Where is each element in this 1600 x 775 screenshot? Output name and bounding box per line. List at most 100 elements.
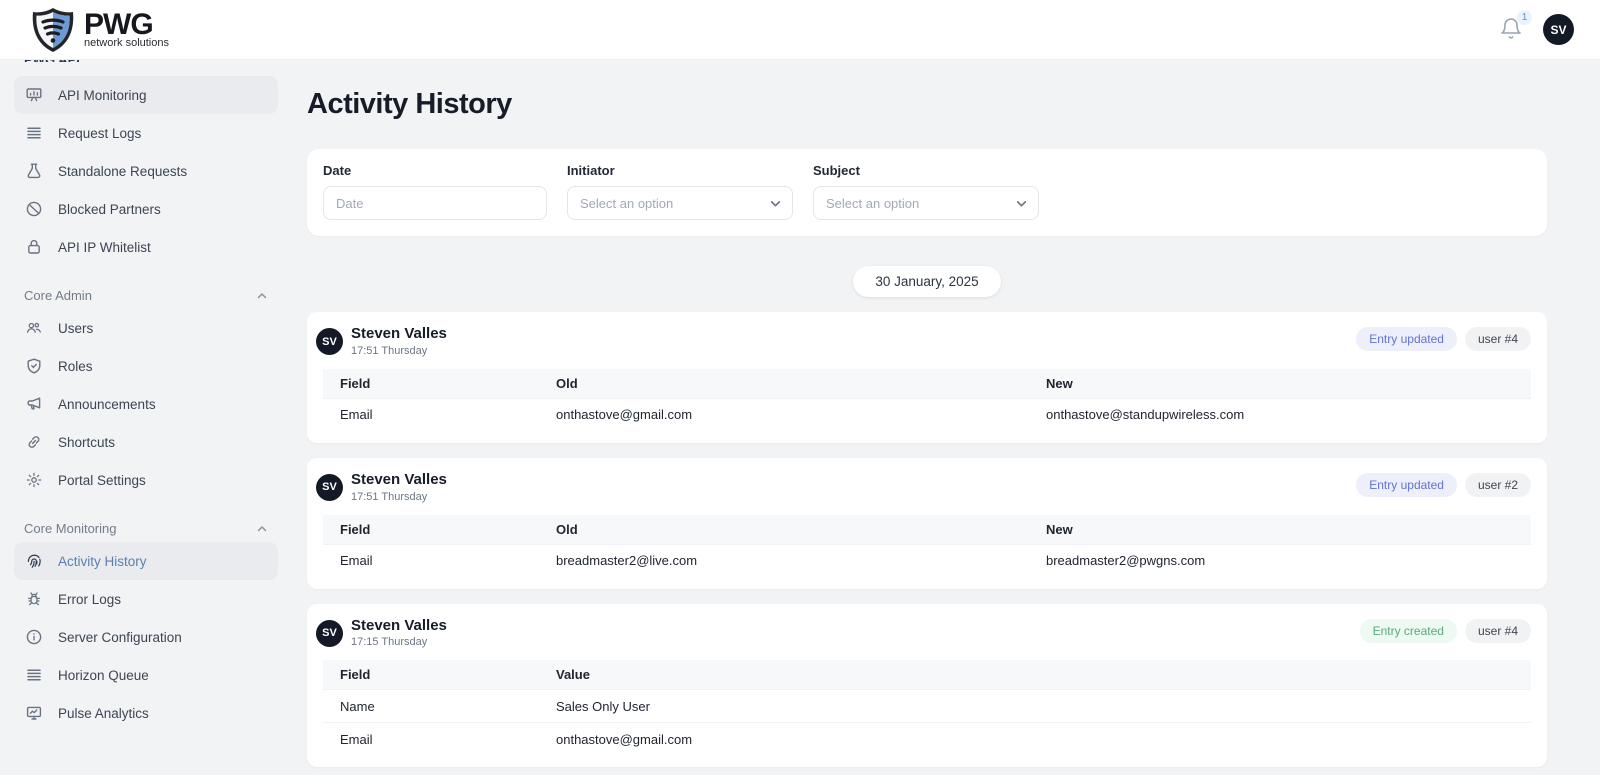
sidebar-item-label: Standalone Requests xyxy=(58,164,187,179)
user-avatar[interactable]: SV xyxy=(1543,14,1574,45)
sidebar-item-label: Error Logs xyxy=(58,592,121,607)
sidebar-item-request-logs[interactable]: Request Logs xyxy=(14,114,278,152)
select-placeholder: Select an option xyxy=(826,196,919,211)
date-filter-input[interactable] xyxy=(323,186,547,220)
megaphone-icon xyxy=(24,394,44,414)
shield-check-icon xyxy=(24,356,44,376)
sidebar-item-label: Shortcuts xyxy=(58,435,115,450)
sidebar-section-core-admin[interactable]: Core Admin xyxy=(24,288,268,303)
top-header: PWG network solutions 1 SV xyxy=(0,0,1600,60)
sidebar-item-server-configuration[interactable]: Server Configuration xyxy=(14,618,278,656)
filters-panel: Date Initiator Select an option Subject … xyxy=(307,149,1547,236)
pwg-shield-icon xyxy=(30,6,76,54)
col-header: New xyxy=(1046,522,1531,537)
sidebar-item-shortcuts[interactable]: Shortcuts xyxy=(14,423,278,461)
date-filter-label: Date xyxy=(323,163,547,178)
actor-name: Steven Valles xyxy=(351,471,447,490)
sidebar-item-label: Portal Settings xyxy=(58,473,146,488)
brand-name: PWG xyxy=(84,10,169,40)
subject-filter-label: Subject xyxy=(813,163,1039,178)
lock-icon xyxy=(24,237,44,257)
activity-time: 17:51 Thursday xyxy=(351,345,447,357)
chevron-up-icon xyxy=(256,290,268,302)
sidebar: PWG API API Monitoring Request Logs Stan… xyxy=(0,60,292,775)
avatar: SV xyxy=(316,474,343,501)
col-header: Value xyxy=(556,667,1046,682)
event-type-badge: Entry updated xyxy=(1356,473,1457,497)
field-cell: Email xyxy=(323,553,556,568)
sidebar-item-label: Horizon Queue xyxy=(58,668,149,683)
avatar: SV xyxy=(316,620,343,647)
event-type-badge: Entry created xyxy=(1360,619,1457,643)
sidebar-item-label: Blocked Partners xyxy=(58,202,161,217)
col-header: Old xyxy=(556,376,1046,391)
chevron-up-icon xyxy=(256,523,268,535)
new-value-cell: breadmaster2@pwgns.com xyxy=(1046,553,1531,568)
avatar: SV xyxy=(316,328,343,355)
subject-badge: user #4 xyxy=(1465,327,1531,351)
new-value-cell: onthastove@standupwireless.com xyxy=(1046,407,1531,422)
chevron-down-icon xyxy=(769,197,782,210)
initiator-filter-select[interactable]: Select an option xyxy=(567,186,793,220)
date-separator: 30 January, 2025 xyxy=(307,266,1547,297)
sidebar-item-label: Pulse Analytics xyxy=(58,706,149,721)
notifications-button[interactable]: 1 xyxy=(1499,17,1525,43)
fingerprint-icon xyxy=(24,551,44,571)
sidebar-item-api-monitoring[interactable]: API Monitoring xyxy=(14,76,278,114)
table-row: Email breadmaster2@live.com breadmaster2… xyxy=(323,544,1531,577)
sidebar-item-api-ip-whitelist[interactable]: API IP Whitelist xyxy=(14,228,278,266)
sidebar-item-activity-history[interactable]: Activity History xyxy=(14,542,278,580)
flask-icon xyxy=(24,161,44,181)
sidebar-item-label: API IP Whitelist xyxy=(58,240,151,255)
sidebar-item-label: Users xyxy=(58,321,93,336)
changes-table: Field Old New Email onthastove@gmail.com… xyxy=(323,369,1531,431)
col-header: Field xyxy=(323,522,556,537)
chevron-down-icon xyxy=(1015,197,1028,210)
sidebar-item-announcements[interactable]: Announcements xyxy=(14,385,278,423)
sidebar-item-label: Roles xyxy=(58,359,93,374)
old-value-cell: breadmaster2@live.com xyxy=(556,553,1046,568)
activity-card: SV Steven Valles 17:15 Thursday Entry cr… xyxy=(307,604,1547,768)
field-cell: Name xyxy=(323,699,556,714)
sidebar-item-label: Announcements xyxy=(58,397,156,412)
brand-logo[interactable]: PWG network solutions xyxy=(30,6,169,54)
activity-time: 17:51 Thursday xyxy=(351,491,447,503)
sidebar-item-horizon-queue[interactable]: Horizon Queue xyxy=(14,656,278,694)
col-header: Field xyxy=(323,667,556,682)
activity-time: 17:15 Thursday xyxy=(351,636,447,648)
gear-icon xyxy=(24,470,44,490)
sidebar-section-pwg-api: PWG API xyxy=(24,60,278,62)
activity-card: SV Steven Valles 17:51 Thursday Entry up… xyxy=(307,312,1547,443)
sidebar-item-standalone-requests[interactable]: Standalone Requests xyxy=(14,152,278,190)
sidebar-item-blocked-partners[interactable]: Blocked Partners xyxy=(14,190,278,228)
actor-name: Steven Valles xyxy=(351,325,447,344)
subject-filter-select[interactable]: Select an option xyxy=(813,186,1039,220)
changes-table: Field Old New Email breadmaster2@live.co… xyxy=(323,515,1531,577)
stacked-lines-icon xyxy=(24,123,44,143)
page-title: Activity History xyxy=(307,88,1547,121)
sidebar-item-pulse-analytics[interactable]: Pulse Analytics xyxy=(14,694,278,732)
notification-count-badge: 1 xyxy=(1516,9,1533,26)
bug-icon xyxy=(24,589,44,609)
sidebar-item-error-logs[interactable]: Error Logs xyxy=(14,580,278,618)
actor-name: Steven Valles xyxy=(351,617,447,636)
sidebar-item-label: Request Logs xyxy=(58,126,141,141)
sidebar-item-users[interactable]: Users xyxy=(14,309,278,347)
main-content: Activity History Date Initiator Select a… xyxy=(292,60,1600,775)
users-icon xyxy=(24,318,44,338)
section-label: Core Monitoring xyxy=(24,521,117,536)
sidebar-item-portal-settings[interactable]: Portal Settings xyxy=(14,461,278,499)
value-cell: Sales Only User xyxy=(556,699,1046,714)
monitor-chart-icon xyxy=(24,703,44,723)
sidebar-item-roles[interactable]: Roles xyxy=(14,347,278,385)
field-cell: Email xyxy=(323,732,556,747)
sidebar-section-core-monitoring[interactable]: Core Monitoring xyxy=(24,521,268,536)
col-header: Old xyxy=(556,522,1046,537)
sidebar-item-label: API Monitoring xyxy=(58,88,147,103)
value-cell: onthastove@gmail.com xyxy=(556,732,1046,747)
queue-lines-icon xyxy=(24,665,44,685)
table-row: Email onthastove@gmail.com onthastove@st… xyxy=(323,398,1531,431)
link-icon xyxy=(24,432,44,452)
section-label: Core Admin xyxy=(24,288,92,303)
presentation-chart-icon xyxy=(24,85,44,105)
